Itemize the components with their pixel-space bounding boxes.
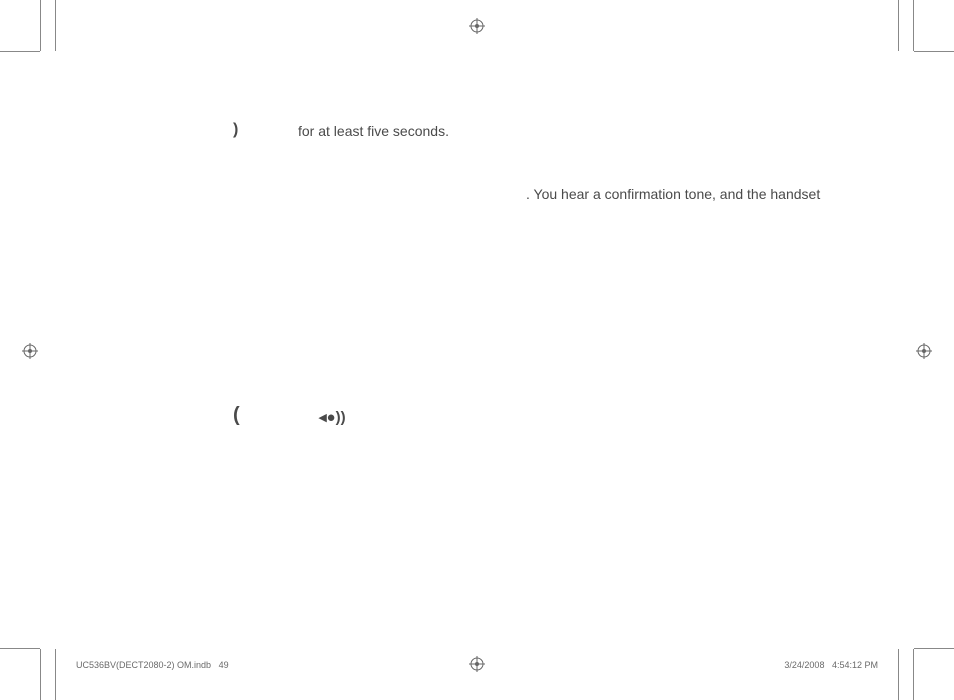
page-number: 49 bbox=[219, 660, 229, 670]
phone-icon: ( bbox=[233, 404, 240, 427]
crop-mark bbox=[898, 0, 899, 51]
crop-mark bbox=[913, 0, 914, 51]
crop-mark bbox=[55, 649, 56, 700]
registration-mark-icon bbox=[469, 18, 485, 34]
body-text: for at least five seconds. bbox=[298, 123, 449, 139]
time-text: 4:54:12 PM bbox=[832, 660, 878, 670]
crop-mark bbox=[0, 51, 40, 52]
date-text: 3/24/2008 bbox=[784, 660, 824, 670]
crop-mark bbox=[0, 648, 40, 649]
registration-mark-icon bbox=[916, 343, 932, 359]
crop-mark bbox=[898, 649, 899, 700]
registration-mark-icon bbox=[469, 656, 485, 672]
crop-mark bbox=[913, 649, 914, 700]
body-text: . You hear a confirmation tone, and the … bbox=[526, 186, 820, 202]
phone-icon: ) bbox=[233, 121, 238, 139]
footer-timestamp: 3/24/2008 4:54:12 PM bbox=[784, 660, 878, 670]
crop-mark bbox=[40, 649, 41, 700]
speaker-icon: ◂●)) bbox=[319, 408, 346, 426]
registration-mark-icon bbox=[22, 343, 38, 359]
crop-mark bbox=[55, 0, 56, 51]
crop-mark bbox=[914, 648, 954, 649]
crop-mark bbox=[40, 0, 41, 51]
footer-filename: UC536BV(DECT2080-2) OM.indb 49 bbox=[76, 660, 229, 670]
filename-text: UC536BV(DECT2080-2) OM.indb bbox=[76, 660, 211, 670]
crop-mark bbox=[914, 51, 954, 52]
